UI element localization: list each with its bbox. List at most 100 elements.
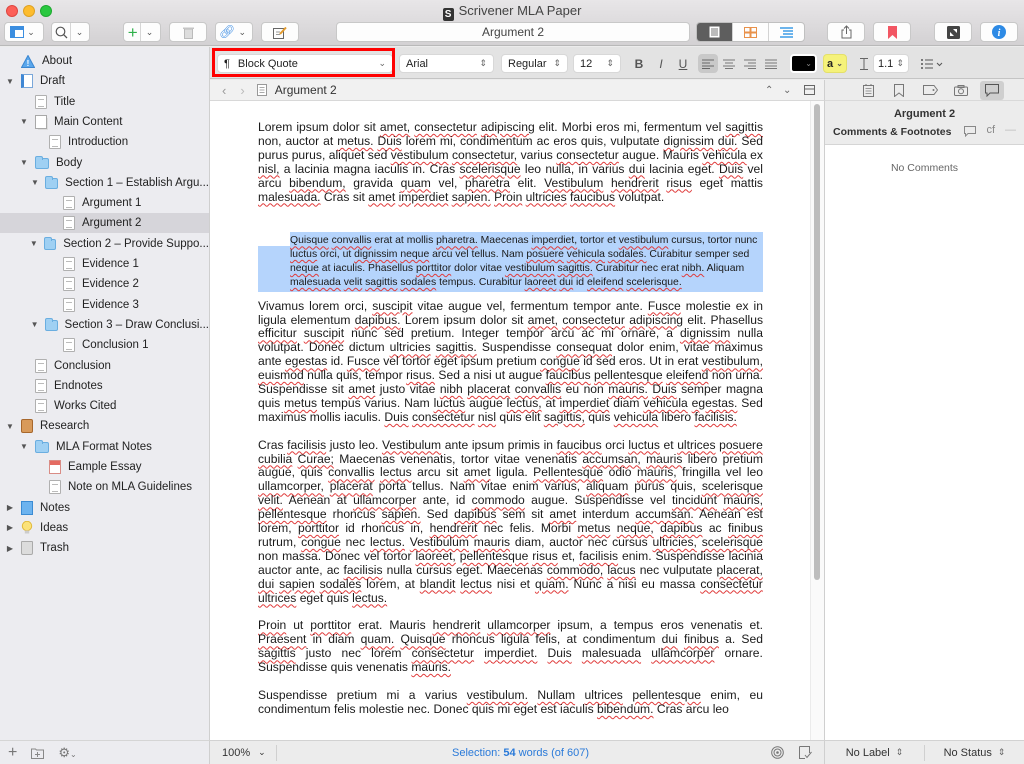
misspelled-word[interactable]: congue — [540, 354, 580, 368]
misspelled-word[interactable]: sapien. — [382, 507, 421, 521]
misspelled-word[interactable]: consectetur — [562, 313, 625, 327]
misspelled-word[interactable]: amet — [464, 465, 491, 480]
text-color-picker[interactable]: ⌄ — [790, 54, 817, 73]
misspelled-word[interactable]: velit — [344, 277, 362, 288]
binder-item[interactable]: ! About — [0, 51, 209, 71]
misspelled-word[interactable]: hendrerit — [430, 521, 478, 535]
misspelled-word[interactable]: sagittis — [258, 646, 296, 660]
misspelled-word[interactable]: vehicula — [614, 410, 658, 424]
misspelled-word[interactable]: adipiscing — [481, 120, 535, 134]
binder-item[interactable]: ▼ Section 1 – Establish Argu... — [0, 173, 209, 193]
misspelled-word[interactable]: suscipit — [304, 326, 344, 340]
misspelled-word[interactable]: imperdiet, — [531, 235, 577, 246]
body-paragraph[interactable]: Suspendisse pretium mi a varius vestibul… — [258, 688, 763, 717]
misspelled-word[interactable]: quam — [401, 176, 431, 190]
misspelled-word[interactable]: dignissim — [354, 249, 397, 260]
body-paragraph[interactable]: Cras facilisis justo leo. Vestibulum ant… — [258, 438, 763, 606]
misspelled-word[interactable]: consectetur — [700, 577, 763, 591]
align-right-button[interactable] — [740, 54, 760, 73]
misspelled-word[interactable]: ultrices — [677, 438, 715, 452]
misspelled-word[interactable]: dui — [629, 162, 645, 176]
binder-item[interactable]: Argument 1 — [0, 193, 209, 213]
misspelled-word[interactable]: Proin — [494, 190, 522, 204]
binder-item[interactable]: ▼ MLA Format Notes — [0, 437, 209, 457]
font-family-select[interactable]: Arial ⇕ — [399, 54, 494, 73]
previous-document-button[interactable]: ⌃ — [765, 85, 773, 96]
misspelled-word[interactable]: sodales. — [608, 249, 647, 260]
disclosure-expanded-icon[interactable]: ▼ — [19, 442, 29, 451]
misspelled-word[interactable]: mauris — [474, 535, 510, 549]
misspelled-word[interactable]: blandit — [420, 577, 456, 591]
binder-item[interactable]: Conclusion — [0, 356, 209, 376]
bookmark-button[interactable] — [873, 22, 911, 42]
misspelled-word[interactable]: eleifend — [666, 368, 708, 382]
misspelled-word[interactable]: luctus — [290, 249, 317, 260]
binder-item[interactable]: Evidence 3 — [0, 295, 209, 315]
misspelled-word[interactable]: Nullam — [537, 688, 575, 702]
inspector-tab-snapshots[interactable] — [949, 81, 973, 100]
misspelled-word[interactable]: luctus — [628, 438, 660, 452]
misspelled-word[interactable]: dui — [258, 577, 274, 591]
misspelled-word[interactable]: dapibus — [454, 507, 496, 521]
navigate-forward-button[interactable]: › — [240, 83, 244, 98]
target-icon[interactable] — [771, 746, 784, 759]
misspelled-word[interactable]: mauris, — [723, 493, 763, 507]
align-left-button[interactable] — [698, 54, 718, 73]
misspelled-word[interactable]: ullamcorper — [487, 618, 550, 632]
search-button[interactable]: ⌄ — [51, 22, 90, 42]
misspelled-word[interactable]: ultricies — [390, 340, 431, 354]
disclosure-expanded-icon[interactable]: ▼ — [5, 77, 15, 86]
misspelled-word[interactable]: Duis — [384, 410, 408, 424]
misspelled-word[interactable]: Fusce — [347, 354, 380, 368]
misspelled-word[interactable]: faucibus — [557, 438, 602, 452]
misspelled-word[interactable]: laoreet, — [415, 549, 455, 563]
misspelled-word[interactable]: consectetur — [414, 120, 477, 134]
misspelled-word[interactable]: vestibulum — [619, 235, 669, 246]
binder-item[interactable]: Conclusion 1 — [0, 335, 209, 355]
misspelled-word[interactable]: Proin — [258, 618, 286, 632]
misspelled-word[interactable]: accumsan. — [635, 507, 693, 521]
misspelled-word[interactable]: hendrerit — [433, 618, 481, 632]
misspelled-word[interactable]: vehicula — [702, 148, 746, 162]
misspelled-word[interactable]: porttitor — [298, 521, 339, 535]
trash-button[interactable] — [169, 22, 207, 42]
binder-item[interactable]: Works Cited — [0, 396, 209, 416]
binder-item[interactable]: Eample Essay — [0, 457, 209, 477]
misspelled-word[interactable]: amet — [368, 190, 395, 204]
misspelled-word[interactable]: amet — [348, 382, 375, 396]
misspelled-word[interactable]: dui — [662, 632, 678, 646]
disclosure-collapsed-icon[interactable]: ▶ — [5, 523, 15, 532]
misspelled-word[interactable]: amet, — [380, 120, 410, 134]
bold-button[interactable]: B — [629, 54, 649, 73]
misspelled-word[interactable]: porttitor — [310, 618, 351, 632]
editor-text-area[interactable]: Lorem ipsum dolor sit amet, consectetur … — [210, 101, 824, 740]
misspelled-word[interactable]: malesuada — [290, 277, 341, 288]
font-size-select[interactable]: 12 ⇕ — [573, 54, 621, 73]
misspelled-word[interactable]: ultricies — [526, 190, 567, 204]
misspelled-word[interactable]: nibh. — [682, 263, 705, 274]
misspelled-word[interactable]: dui. — [718, 134, 738, 148]
view-mode-corkboard[interactable] — [733, 23, 769, 41]
misspelled-word[interactable]: risus — [666, 176, 692, 190]
misspelled-word[interactable]: dapibus. — [355, 313, 401, 327]
inspector-tab-comments[interactable] — [980, 80, 1004, 100]
misspelled-word[interactable]: metus — [577, 521, 610, 535]
label-select[interactable]: No Label ⇕ — [825, 747, 924, 759]
misspelled-word[interactable]: faucibus — [570, 190, 615, 204]
misspelled-word[interactable]: cubilia — [258, 452, 292, 466]
misspelled-word[interactable]: aliquam — [586, 479, 628, 493]
misspelled-word[interactable]: ultrices — [585, 688, 623, 702]
view-mode-outliner[interactable] — [769, 23, 804, 41]
share-button[interactable] — [827, 22, 865, 42]
document-page[interactable]: Lorem ipsum dolor sit amet, consectetur … — [258, 120, 763, 731]
add-document-button[interactable]: + — [8, 744, 17, 762]
add-item-button[interactable]: + ⌄ — [123, 22, 161, 42]
binder-item[interactable]: ▼ Section 3 – Draw Conclusi... — [0, 315, 209, 335]
misspelled-word[interactable]: imperdiet — [399, 190, 449, 204]
misspelled-word[interactable]: convallis — [332, 235, 372, 246]
misspelled-word[interactable]: Duis — [652, 382, 676, 396]
misspelled-word[interactable]: vestibulum. — [467, 688, 528, 702]
status-select[interactable]: No Status ⇕ — [925, 747, 1024, 759]
disclosure-expanded-icon[interactable]: ▼ — [29, 239, 38, 248]
misspelled-word[interactable]: quam. — [361, 632, 395, 646]
